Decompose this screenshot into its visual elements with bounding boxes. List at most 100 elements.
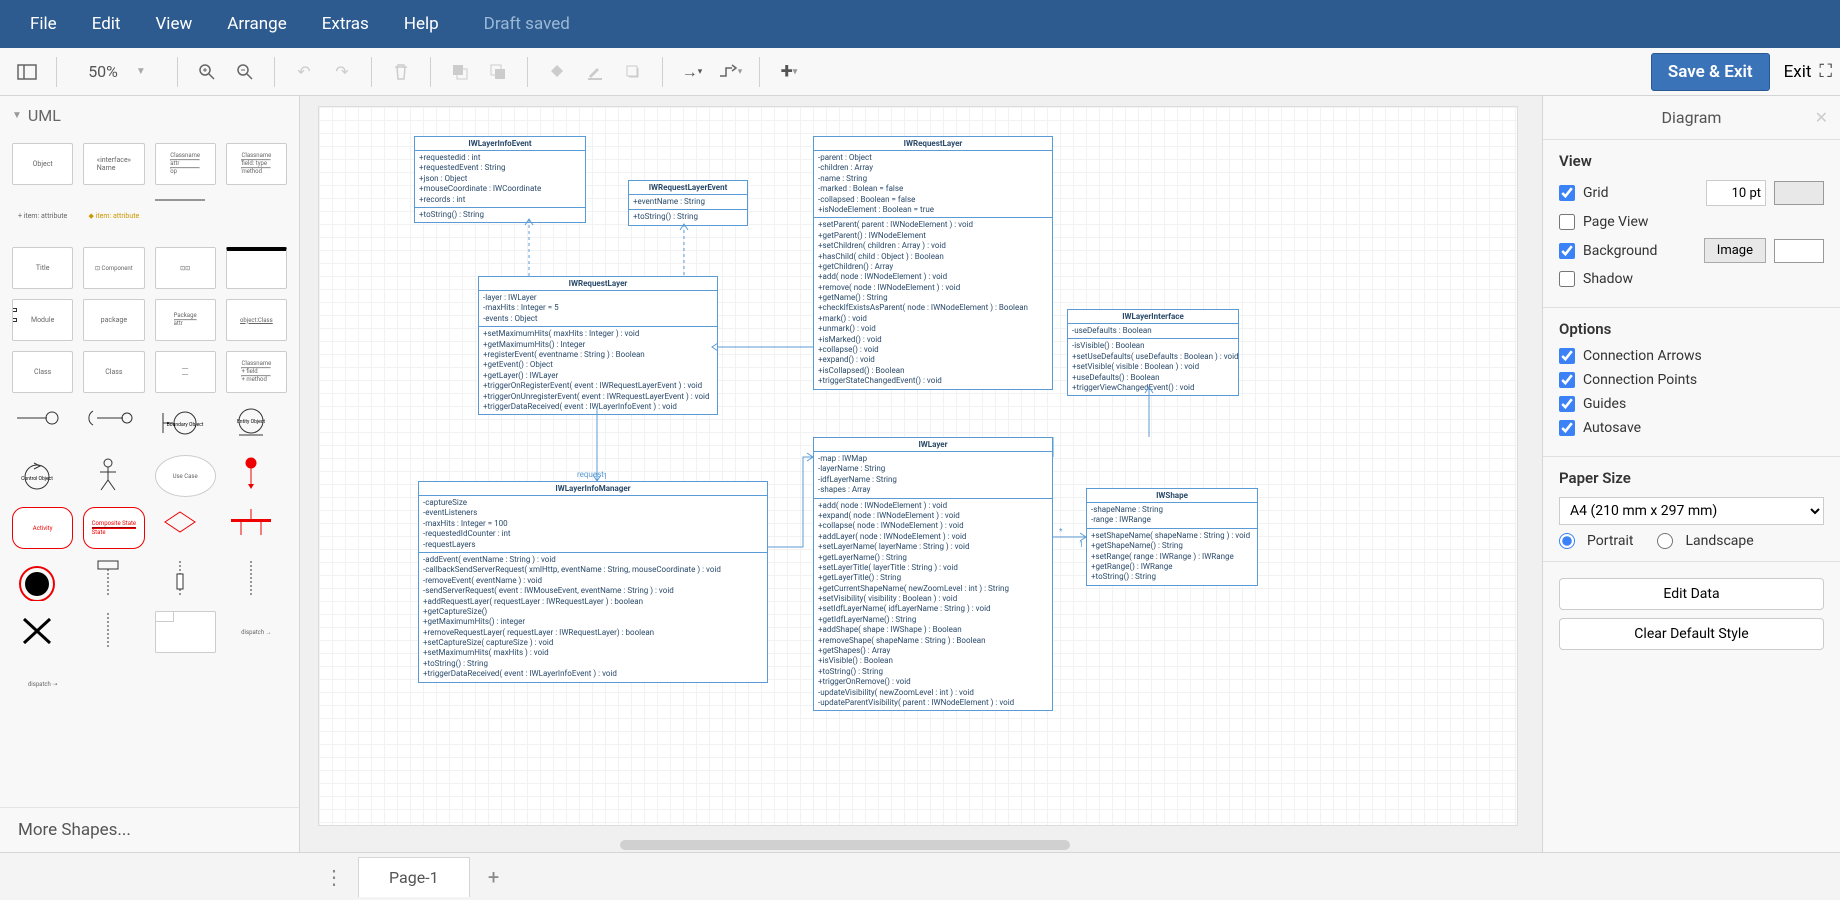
exit-button[interactable]: Exit xyxy=(1784,62,1812,82)
shape-lifeline[interactable] xyxy=(83,559,144,601)
shape-initial[interactable] xyxy=(226,455,287,497)
shape-component2[interactable]: ⊡⊡ xyxy=(155,247,216,289)
shape-fork[interactable] xyxy=(226,507,287,549)
clear-default-style-button[interactable]: Clear Default Style xyxy=(1559,618,1824,650)
shape-class3[interactable]: Classnameattrop xyxy=(155,143,216,185)
shape-class7[interactable]: ⎯⎯⎯⎯ xyxy=(155,351,216,393)
zoom-select[interactable]: 50%▼ xyxy=(67,62,167,81)
conn-points-checkbox[interactable] xyxy=(1559,372,1575,388)
palette-header-uml[interactable]: ▼UML xyxy=(0,96,299,135)
background-checkbox[interactable] xyxy=(1559,243,1575,259)
pages-menu-icon[interactable]: ⋮ xyxy=(316,859,352,895)
conn-arrows-checkbox[interactable] xyxy=(1559,348,1575,364)
menu-edit[interactable]: Edit xyxy=(92,14,121,34)
add-icon[interactable]: +▾ xyxy=(774,57,804,87)
shape-lifeline4[interactable] xyxy=(83,611,144,653)
uml-class-IWRequestLayerEvent[interactable]: IWRequestLayerEvent +eventName : String … xyxy=(628,180,748,226)
menu-arrange[interactable]: Arrange xyxy=(227,14,286,34)
shape-class6[interactable]: Class xyxy=(83,351,144,393)
line-color-icon[interactable] xyxy=(580,57,610,87)
shape-frame[interactable] xyxy=(155,611,216,653)
shape-module[interactable]: Module xyxy=(12,299,73,341)
shape-class4[interactable]: Classnamefield: typemethod xyxy=(226,143,287,185)
shape-item-attr2[interactable]: ◆ item: attribute xyxy=(83,195,144,237)
shape-title[interactable]: Title xyxy=(12,247,73,289)
grid-checkbox[interactable] xyxy=(1559,185,1575,201)
shadow-icon[interactable] xyxy=(618,57,648,87)
horizontal-scrollbar[interactable] xyxy=(620,840,1070,850)
shape-class8[interactable]: Classname+ field+ method xyxy=(226,351,287,393)
shape-interface[interactable]: «interface»Name xyxy=(83,143,144,185)
canvas[interactable]: IWLayerInfoEvent +requestedid : int +req… xyxy=(318,106,1518,826)
shape-destroy[interactable] xyxy=(12,611,73,653)
shape-socket[interactable] xyxy=(83,403,144,445)
landscape-radio[interactable] xyxy=(1657,533,1673,549)
shape-lifeline3[interactable] xyxy=(226,559,287,601)
zoom-in-icon[interactable] xyxy=(192,57,222,87)
shape-object2[interactable]: object:Class xyxy=(226,299,287,341)
save-exit-button[interactable]: Save & Exit xyxy=(1651,53,1770,91)
uml-class-IWRequestLayer-mid[interactable]: IWRequestLayer -layer : IWLayer -maxHits… xyxy=(478,276,718,415)
connection-icon[interactable]: →▾ xyxy=(677,57,707,87)
autosave-checkbox[interactable] xyxy=(1559,420,1575,436)
uml-class-IWLayerInterface[interactable]: IWLayerInterface -useDefaults : Boolean … xyxy=(1067,309,1239,396)
guides-checkbox[interactable] xyxy=(1559,396,1575,412)
uml-class-IWShape[interactable]: IWShape -shapeName : String -range : IWR… xyxy=(1086,488,1258,586)
canvas-area[interactable]: IWLayerInfoEvent +requestedid : int +req… xyxy=(300,96,1542,852)
background-color-swatch[interactable] xyxy=(1774,239,1824,263)
shape-item-attr[interactable]: + item: attribute xyxy=(12,195,73,237)
shape-divider[interactable] xyxy=(155,195,216,237)
uml-class-IWLayerInfoManager[interactable]: IWLayerInfoManager -captureSize -eventLi… xyxy=(418,481,768,683)
to-back-icon[interactable] xyxy=(483,57,513,87)
shape-dispatch[interactable]: dispatch → xyxy=(226,611,287,653)
pageview-checkbox[interactable] xyxy=(1559,214,1575,230)
fill-color-icon[interactable] xyxy=(542,57,572,87)
paper-size-select[interactable]: A4 (210 mm x 297 mm) xyxy=(1559,497,1824,525)
sidebar-toggle-icon[interactable] xyxy=(12,57,42,87)
undo-icon[interactable]: ↶ xyxy=(289,57,319,87)
shape-activity2[interactable]: Composite StateState xyxy=(83,507,144,549)
uml-class-IWLayer[interactable]: IWLayer -map : IWMap -layerName : String… xyxy=(813,437,1053,711)
add-page-icon[interactable]: + xyxy=(476,859,512,895)
menu-view[interactable]: View xyxy=(155,14,192,34)
view-section-header: View xyxy=(1559,152,1824,170)
shape-activity[interactable]: Activity xyxy=(12,507,73,549)
delete-icon[interactable] xyxy=(386,57,416,87)
shadow-checkbox[interactable] xyxy=(1559,271,1575,287)
menu-help[interactable]: Help xyxy=(404,14,439,34)
shape-blackbar[interactable] xyxy=(226,247,287,289)
to-front-icon[interactable] xyxy=(445,57,475,87)
shape-lifeline2[interactable] xyxy=(155,559,216,601)
menu-file[interactable]: File xyxy=(30,14,57,34)
more-shapes-button[interactable]: More Shapes... xyxy=(0,807,299,852)
shape-boundary[interactable]: Boundary Object xyxy=(155,403,216,445)
shape-entity[interactable]: Entity Object xyxy=(226,403,287,445)
shape-dispatch2[interactable]: dispatch ⇢ xyxy=(12,663,73,705)
shape-decision[interactable] xyxy=(155,507,216,549)
edit-data-button[interactable]: Edit Data xyxy=(1559,578,1824,610)
grid-size-input[interactable] xyxy=(1706,180,1766,206)
close-icon[interactable]: ✕ xyxy=(1815,108,1828,127)
shape-empty[interactable] xyxy=(226,195,287,237)
waypoint-icon[interactable]: ▾ xyxy=(715,57,745,87)
portrait-radio[interactable] xyxy=(1559,533,1575,549)
uml-class-IWLayerInfoEvent[interactable]: IWLayerInfoEvent +requestedid : int +req… xyxy=(414,136,586,223)
shape-lollipop[interactable] xyxy=(12,403,73,445)
menu-extras[interactable]: Extras xyxy=(322,14,369,34)
zoom-out-icon[interactable] xyxy=(230,57,260,87)
shape-package2[interactable]: Packageattr xyxy=(155,299,216,341)
shape-class5[interactable]: Class xyxy=(12,351,73,393)
shape-object[interactable]: Object xyxy=(12,143,73,185)
shape-control[interactable]: Control Object xyxy=(12,455,73,497)
uml-class-IWRequestLayer-top[interactable]: IWRequestLayer -parent : Object -childre… xyxy=(813,136,1053,390)
shape-usecase[interactable]: Use Case xyxy=(155,455,216,497)
grid-color-swatch[interactable] xyxy=(1774,181,1824,205)
fullscreen-icon[interactable]: ⛶ xyxy=(1819,61,1832,82)
shape-component[interactable]: ⊡ Component xyxy=(83,247,144,289)
background-image-button[interactable]: Image xyxy=(1704,238,1766,263)
shape-actor[interactable] xyxy=(83,455,144,497)
redo-icon[interactable]: ↷ xyxy=(327,57,357,87)
page-tab-1[interactable]: Page-1 xyxy=(358,857,470,897)
shape-final[interactable] xyxy=(12,559,73,601)
shape-package[interactable]: package xyxy=(83,299,144,341)
